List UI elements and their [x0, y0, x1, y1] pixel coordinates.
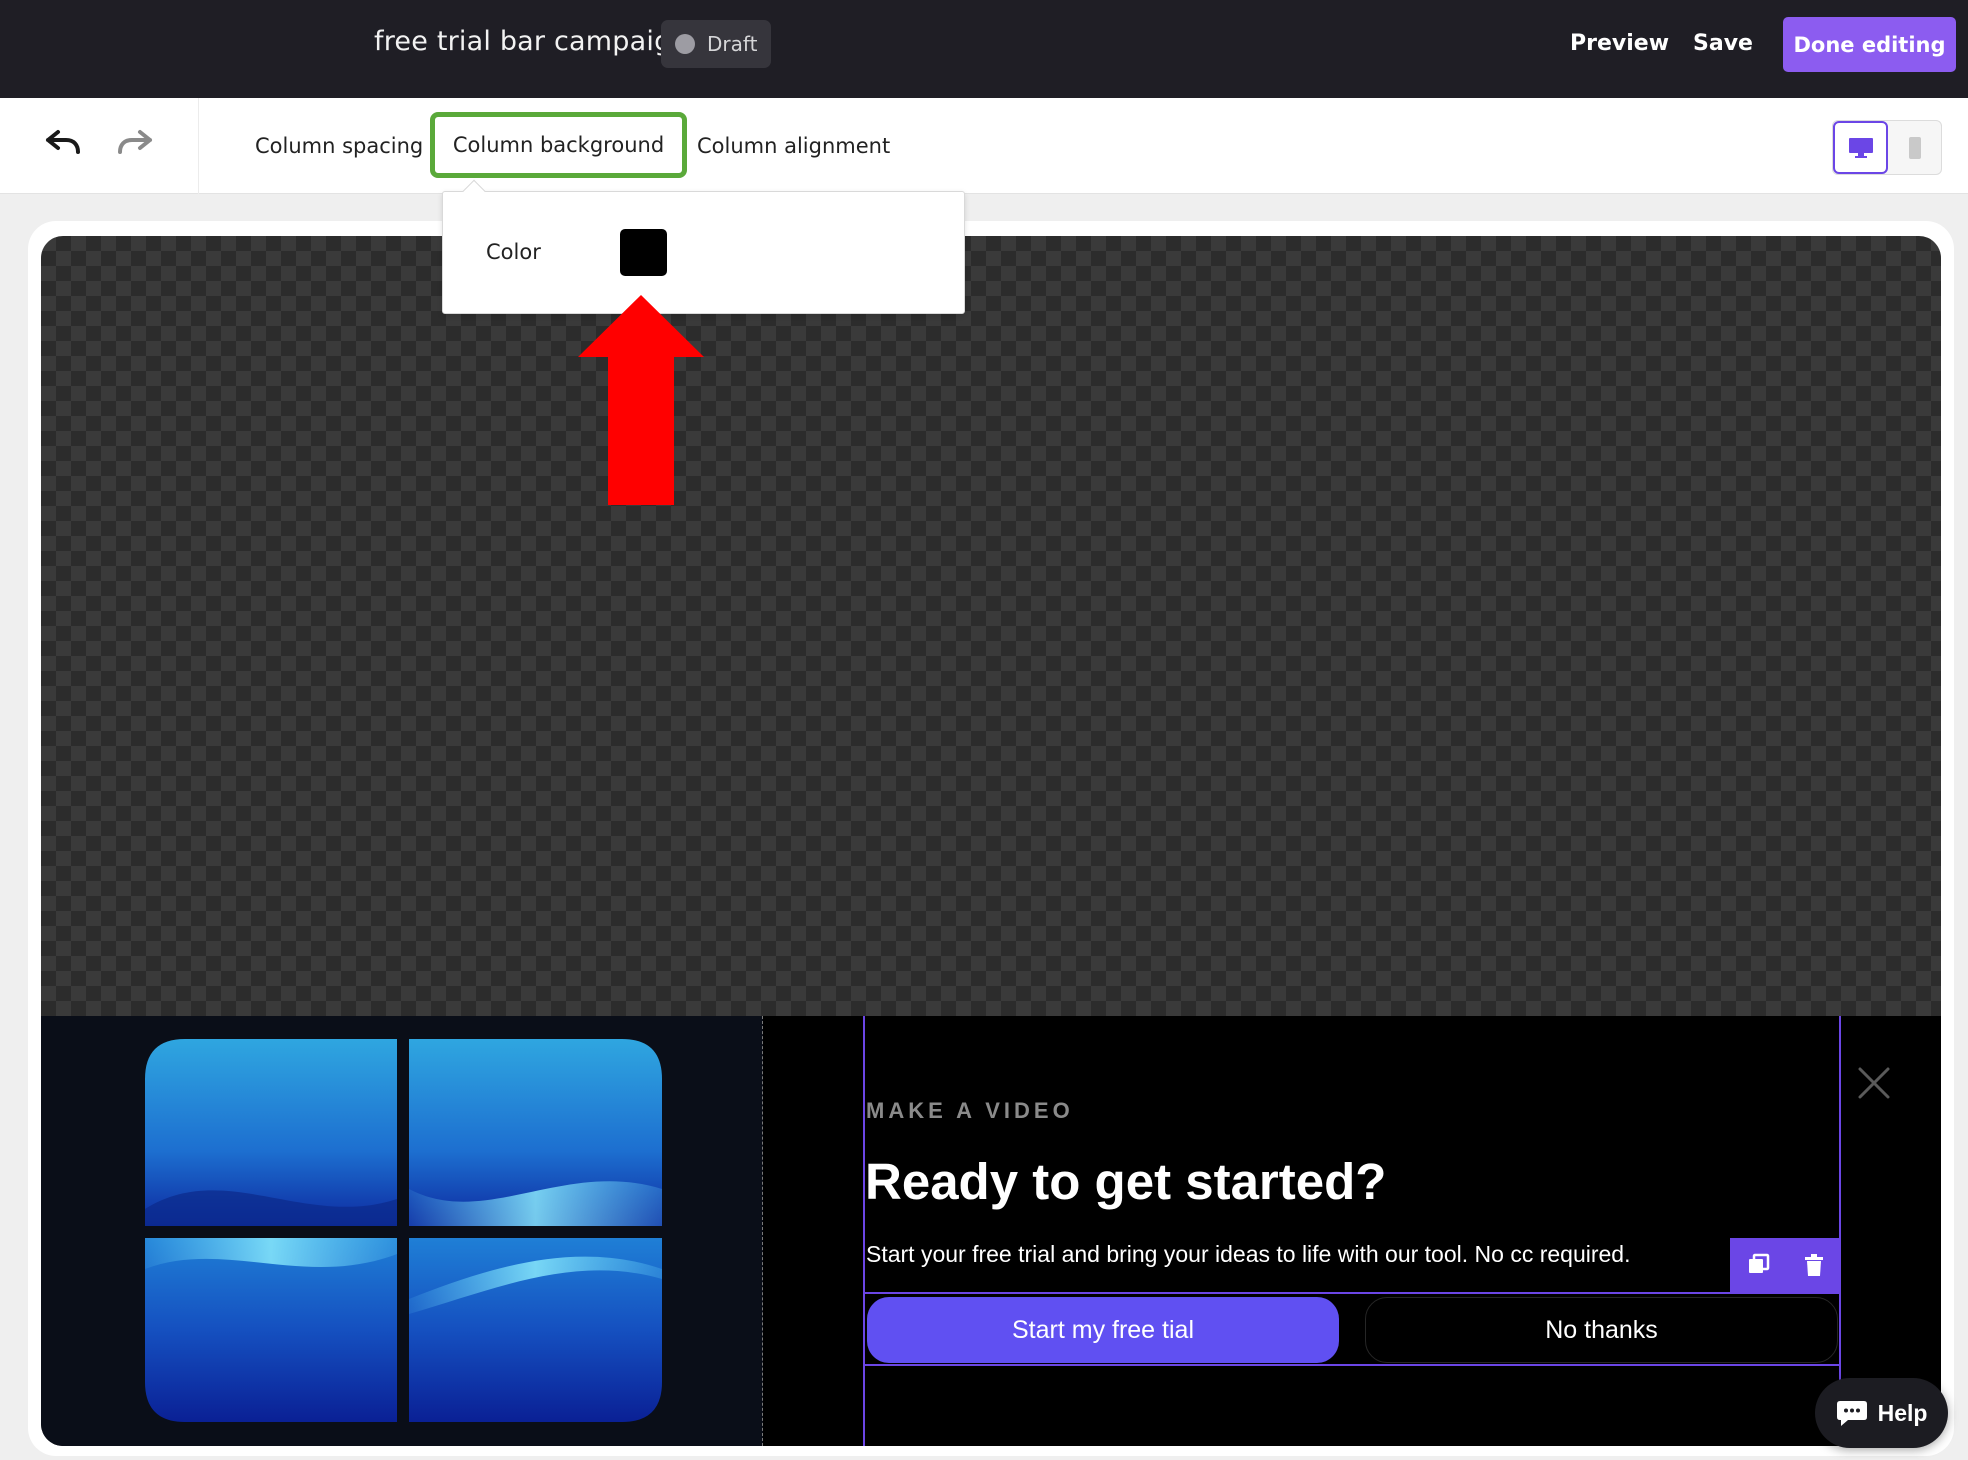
history-controls	[0, 98, 199, 194]
redo-icon[interactable]	[116, 128, 156, 160]
desktop-view-button[interactable]	[1833, 121, 1888, 174]
editor-toolbar: Column spacing Column alignment	[0, 98, 1968, 194]
desktop-icon	[1848, 137, 1873, 158]
tab-column-alignment[interactable]: Column alignment	[697, 134, 890, 158]
campaign-title[interactable]: free trial bar campaign	[374, 26, 689, 57]
bar-preview: MAKE A VIDEO Ready to get started? Start…	[41, 1016, 1941, 1446]
close-icon[interactable]	[1857, 1066, 1891, 1100]
no-thanks-button[interactable]: No thanks	[1365, 1297, 1838, 1363]
done-editing-button[interactable]: Done editing	[1783, 17, 1956, 72]
annotation-arrow-icon	[578, 295, 704, 505]
duplicate-icon[interactable]	[1747, 1253, 1771, 1277]
trash-icon[interactable]	[1804, 1253, 1824, 1277]
status-badge[interactable]: Draft	[661, 20, 772, 68]
help-label: Help	[1877, 1399, 1928, 1426]
preview-button[interactable]: Preview	[1570, 31, 1669, 56]
block-tools	[1730, 1238, 1841, 1292]
eyebrow-text[interactable]: MAKE A VIDEO	[866, 1098, 1074, 1124]
mobile-view-button[interactable]	[1889, 121, 1941, 174]
subtext[interactable]: Start your free trial and bring your ide…	[866, 1241, 1630, 1268]
help-button[interactable]: Help	[1815, 1378, 1948, 1448]
selected-text-column[interactable]	[863, 1016, 1841, 1446]
device-toggle	[1832, 120, 1942, 175]
hero-image	[145, 1039, 662, 1422]
status-dot-icon	[675, 34, 695, 54]
tab-column-background[interactable]: Column background	[430, 112, 687, 178]
top-bar: free trial bar campaign Draft Preview Sa…	[0, 0, 1968, 98]
status-label: Draft	[707, 32, 758, 56]
canvas-transparent-area	[41, 236, 1941, 1016]
start-free-trial-button[interactable]: Start my free tial	[867, 1297, 1339, 1363]
tab-column-spacing[interactable]: Column spacing	[255, 134, 423, 158]
chat-icon	[1836, 1401, 1867, 1426]
headline[interactable]: Ready to get started?	[865, 1152, 1386, 1211]
save-button[interactable]: Save	[1693, 31, 1753, 56]
undo-icon[interactable]	[42, 128, 82, 160]
color-label: Color	[486, 240, 541, 264]
mobile-icon	[1909, 136, 1921, 159]
image-column[interactable]	[41, 1016, 763, 1446]
color-swatch[interactable]	[620, 229, 667, 276]
